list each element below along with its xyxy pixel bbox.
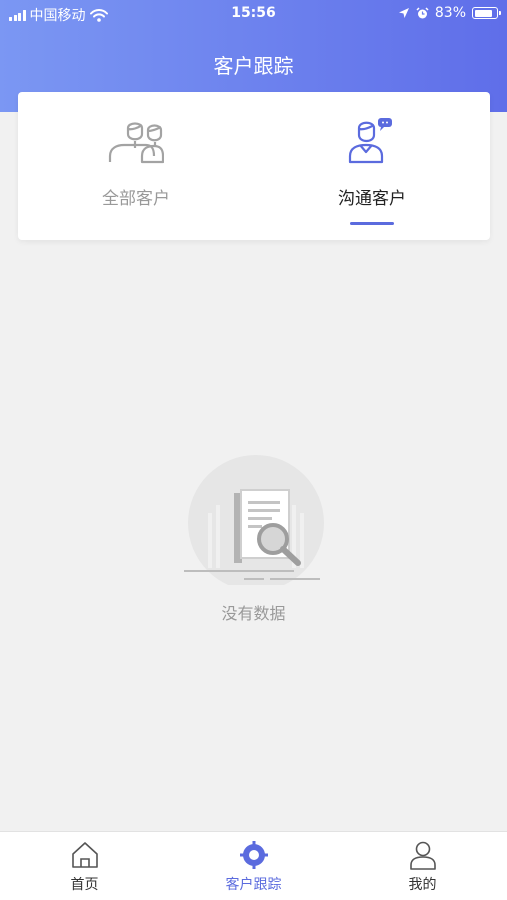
- empty-state-text: 没有数据: [221, 604, 286, 623]
- target-icon: [239, 841, 268, 869]
- nav-label-mine: 我的: [408, 877, 437, 893]
- alarm-clock-icon: [416, 6, 429, 18]
- tab-card: 全部客户 沟通客户: [18, 92, 490, 240]
- nav-mine[interactable]: 我的: [338, 832, 507, 900]
- tab-label-communicated-customers: 沟通客户: [338, 189, 406, 209]
- home-icon: [71, 842, 98, 868]
- status-bar: 中国移动 15:56 83%: [0, 0, 507, 28]
- battery-icon: [472, 7, 501, 19]
- tab-all-customers[interactable]: 全部客户: [18, 92, 254, 240]
- location-arrow-icon: [398, 8, 409, 18]
- bottom-nav: 首页 客户跟踪 我的: [0, 831, 507, 900]
- nav-home[interactable]: 首页: [0, 832, 169, 900]
- status-right: 83%: [398, 5, 501, 21]
- battery-percent: 83%: [434, 5, 466, 21]
- nav-label-customer-tracking: 客户跟踪: [225, 877, 282, 893]
- page-title: 客户跟踪: [213, 54, 294, 78]
- user-chat-icon: [348, 118, 392, 164]
- no-data-document-search-icon: [184, 455, 324, 585]
- active-tab-indicator: [350, 222, 394, 225]
- tab-communicated-customers[interactable]: 沟通客户: [254, 92, 490, 240]
- empty-state: 没有数据: [0, 455, 507, 635]
- tab-label-all-customers: 全部客户: [102, 189, 170, 209]
- nav-customer-tracking[interactable]: 客户跟踪: [169, 832, 338, 900]
- battery-fill: [474, 9, 492, 17]
- users-icon: [108, 122, 164, 164]
- nav-label-home: 首页: [70, 877, 99, 893]
- person-icon: [409, 841, 436, 870]
